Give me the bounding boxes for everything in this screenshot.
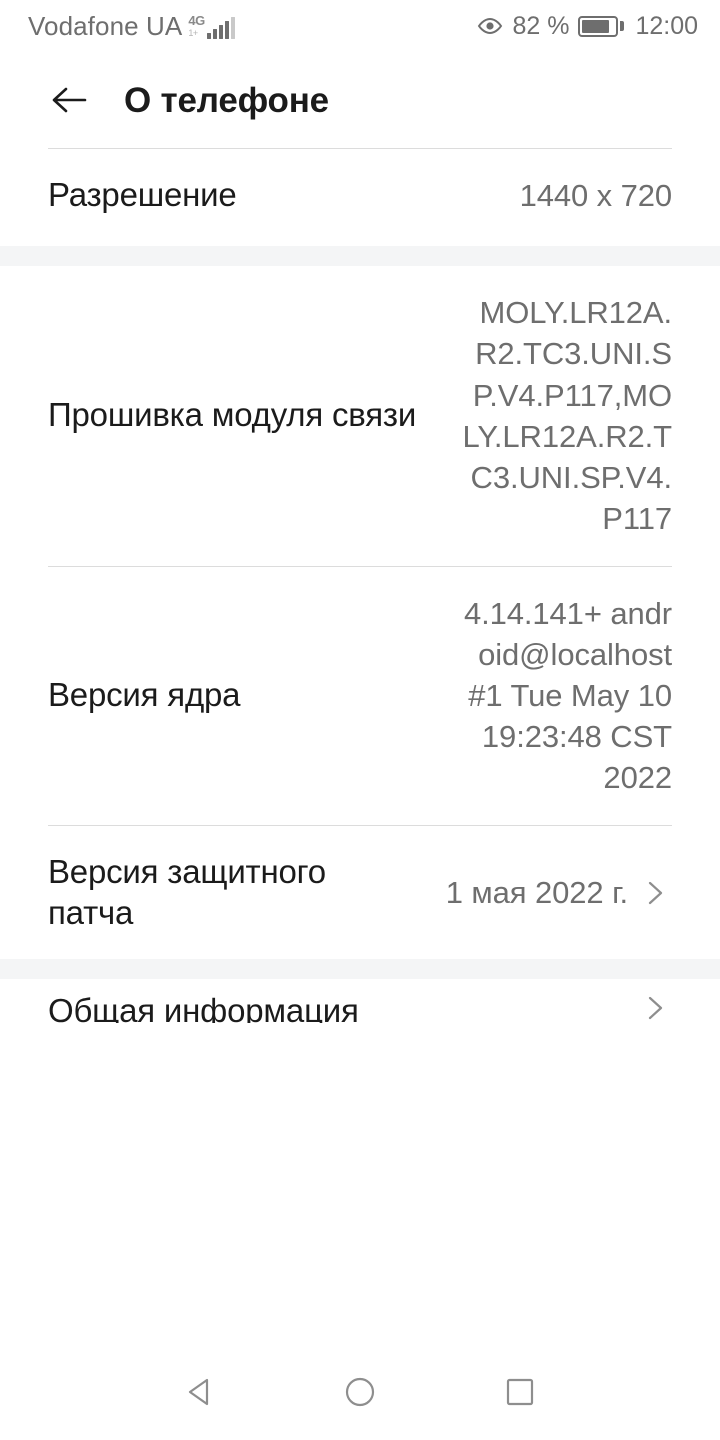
row-label: Разрешение (48, 176, 237, 214)
signal-strength-bars (206, 17, 235, 39)
clock-label: 12:00 (635, 11, 698, 40)
nav-home-icon[interactable] (338, 1370, 382, 1414)
section-separator (0, 246, 720, 267)
phone-screen: Vodafone UA 4G 1+ 82 % 12:00 О телефоне … (0, 0, 720, 1440)
table-row[interactable]: Версия защитного патча 1 мая 2022 г. (0, 826, 720, 960)
table-row[interactable]: Версия ядра 4.14.141+ android@localhost … (0, 567, 720, 825)
row-label: Версия защитного патча (48, 852, 326, 931)
row-value: MOLY.LR12A.R2.TC3.UNI.SP.V4.P117,MOLY.LR… (462, 295, 672, 537)
row-value: 1 мая 2022 г. (445, 874, 628, 910)
row-label: Прошивка модуля связи (48, 396, 417, 434)
settings-list: Разрешение 1440 x 720 Прошивка модуля св… (0, 148, 720, 1344)
network-type-label: 4G (188, 13, 205, 28)
row-label: Общая информация (48, 992, 359, 1024)
section-separator (0, 959, 720, 980)
status-bar: Vodafone UA 4G 1+ 82 % 12:00 (0, 0, 720, 52)
table-row[interactable]: Разрешение 1440 x 720 (0, 149, 720, 246)
nav-recents-icon[interactable] (498, 1370, 542, 1414)
status-bar-left: Vodafone UA 4G 1+ (28, 13, 235, 39)
row-value: 4.14.141+ android@localhost #1 Tue May 1… (463, 595, 672, 796)
signal-bars-icon: 4G 1+ (188, 14, 235, 39)
row-label: Версия ядра (48, 676, 241, 714)
page-title: О телефоне (124, 80, 329, 120)
eye-icon (478, 17, 503, 35)
row-value: 1440 x 720 (519, 178, 673, 213)
table-row[interactable]: Прошивка модуля связи MOLY.LR12A.R2.TC3.… (0, 266, 720, 565)
navigation-bar (0, 1344, 720, 1440)
chevron-right-icon (648, 881, 663, 904)
back-arrow-icon[interactable] (48, 79, 90, 121)
network-sub-label: 1+ (188, 28, 198, 38)
carrier-label: Vodafone UA (28, 11, 183, 41)
app-bar: О телефоне (0, 52, 720, 148)
chevron-right-icon (648, 997, 663, 1020)
battery-icon (578, 15, 625, 37)
battery-percent-label: 82 % (512, 11, 570, 40)
table-row[interactable]: Общая информация (0, 979, 720, 1023)
status-bar-right: 82 % 12:00 (477, 11, 698, 40)
nav-back-icon[interactable] (178, 1370, 222, 1414)
